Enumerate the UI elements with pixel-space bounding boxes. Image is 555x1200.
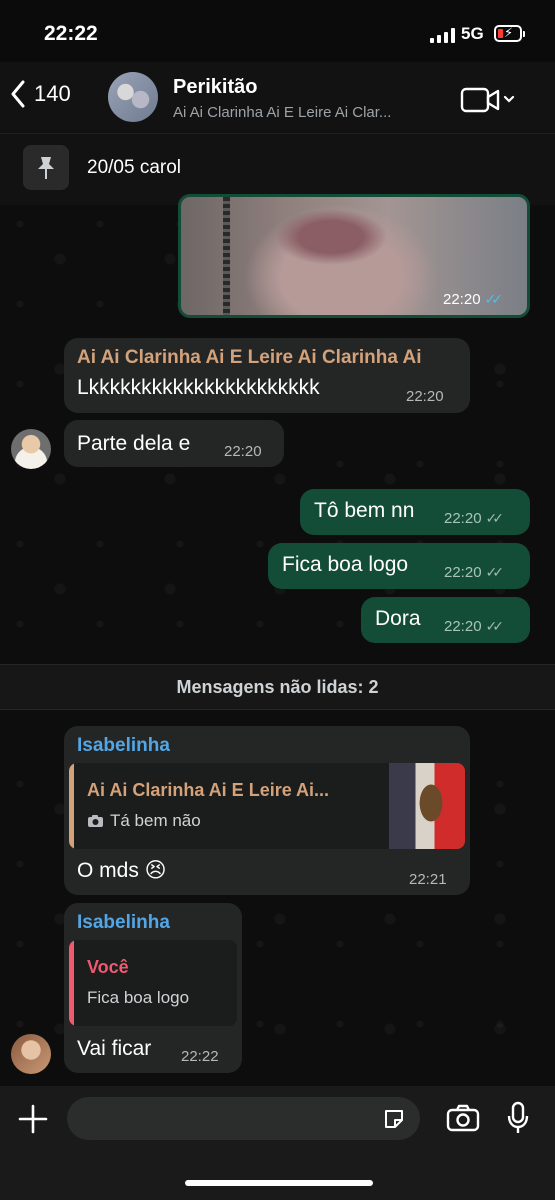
message-input[interactable]: [67, 1097, 420, 1140]
camera-icon: [88, 815, 103, 827]
message-time: 22:20 ✓✓: [444, 618, 505, 635]
message-text: O mds 😣: [77, 859, 167, 882]
message-outgoing[interactable]: Tô bem nn 22:20 ✓✓: [300, 489, 530, 535]
plus-icon[interactable]: [16, 1102, 50, 1136]
quoted-text: Fica boa logo: [87, 988, 190, 1007]
message-outgoing[interactable]: Fica boa logo 22:20 ✓✓: [268, 543, 530, 589]
message-time: 22:20: [224, 443, 262, 460]
quoted-sender: Ai Ai Clarinha Ai E Leire Ai...: [87, 780, 330, 800]
chevron-down-icon: [503, 95, 515, 103]
signal-icon: [430, 27, 455, 43]
sender-name: Isabelinha: [77, 912, 170, 933]
unread-divider: Mensagens não lidas: 2: [0, 664, 555, 710]
message-time: 22:22: [181, 1048, 219, 1065]
sender-name: Isabelinha: [77, 735, 170, 756]
sender-avatar[interactable]: [11, 429, 51, 469]
chevron-left-icon: [11, 80, 25, 108]
message-text: Fica boa logo: [282, 553, 409, 576]
message-incoming[interactable]: Isabelinha Você Fica boa logo Vai ficar …: [64, 903, 242, 1073]
delivered-ticks-icon: ✓✓: [485, 510, 505, 526]
message-outgoing[interactable]: Dora 22:20 ✓✓: [361, 597, 530, 643]
camera-icon[interactable]: [446, 1103, 480, 1133]
message-time: 22:20: [406, 388, 444, 405]
message-incoming[interactable]: Isabelinha Ai Ai Clarinha Ai E Leire Ai.…: [64, 726, 470, 895]
battery-icon: ⚡: [494, 25, 522, 42]
message-time: 22:20 ✓✓: [444, 510, 505, 527]
message-time: 22:20 ✓✓: [444, 564, 505, 581]
microphone-icon[interactable]: [507, 1101, 529, 1135]
video-call-icon[interactable]: [460, 86, 518, 114]
quoted-text: Tá bem não: [110, 811, 201, 830]
delivered-ticks-icon: ✓✓: [485, 564, 505, 580]
unread-count: 140: [34, 81, 71, 106]
message-time: 22:20 ✓✓: [443, 291, 504, 308]
message-text: Tô bem nn: [314, 499, 415, 522]
pinned-text: 20/05 carol: [87, 157, 182, 178]
network-label: 5G: [461, 24, 484, 43]
quoted-sender: Você: [87, 957, 129, 977]
home-indicator[interactable]: [185, 1180, 373, 1186]
image-message[interactable]: 22:20 ✓✓: [178, 194, 530, 318]
quoted-reply[interactable]: Ai Ai Clarinha Ai E Leire Ai... Tá bem n…: [69, 763, 465, 849]
chat-subtitle[interactable]: Ai Ai Clarinha Ai E Leire Ai Clar...: [173, 104, 391, 121]
status-bar: 22:22 5G ⚡: [0, 0, 555, 70]
pin-icon: [23, 145, 69, 190]
sender-name: Ai Ai Clarinha Ai E Leire Ai Clarinha Ai: [77, 347, 422, 368]
sender-avatar[interactable]: [11, 1034, 51, 1074]
group-avatar[interactable]: [108, 72, 158, 122]
status-time: 22:22: [44, 22, 98, 45]
quoted-reply[interactable]: Você Fica boa logo: [69, 940, 237, 1026]
sticker-icon[interactable]: [382, 1107, 406, 1131]
chat-title[interactable]: Perikitão: [173, 76, 257, 99]
message-text: Dora: [375, 607, 421, 630]
quoted-photo-thumbnail: [389, 763, 465, 849]
message-time: 22:21: [409, 871, 447, 888]
message-incoming[interactable]: Parte dela e 22:20: [64, 420, 284, 467]
chat-header: 140 Perikitão Ai Ai Clarinha Ai E Leire …: [0, 62, 555, 144]
read-ticks-icon: ✓✓: [484, 291, 504, 307]
delivered-ticks-icon: ✓✓: [485, 618, 505, 634]
back-button[interactable]: 140: [10, 80, 71, 108]
message-text: Parte dela e: [77, 432, 191, 455]
message-text: Vai ficar: [77, 1037, 152, 1060]
message-text: Lkkkkkkkkkkkkkkkkkkkkkk: [77, 376, 320, 399]
message-incoming[interactable]: Ai Ai Clarinha Ai E Leire Ai Clarinha Ai…: [64, 338, 470, 413]
